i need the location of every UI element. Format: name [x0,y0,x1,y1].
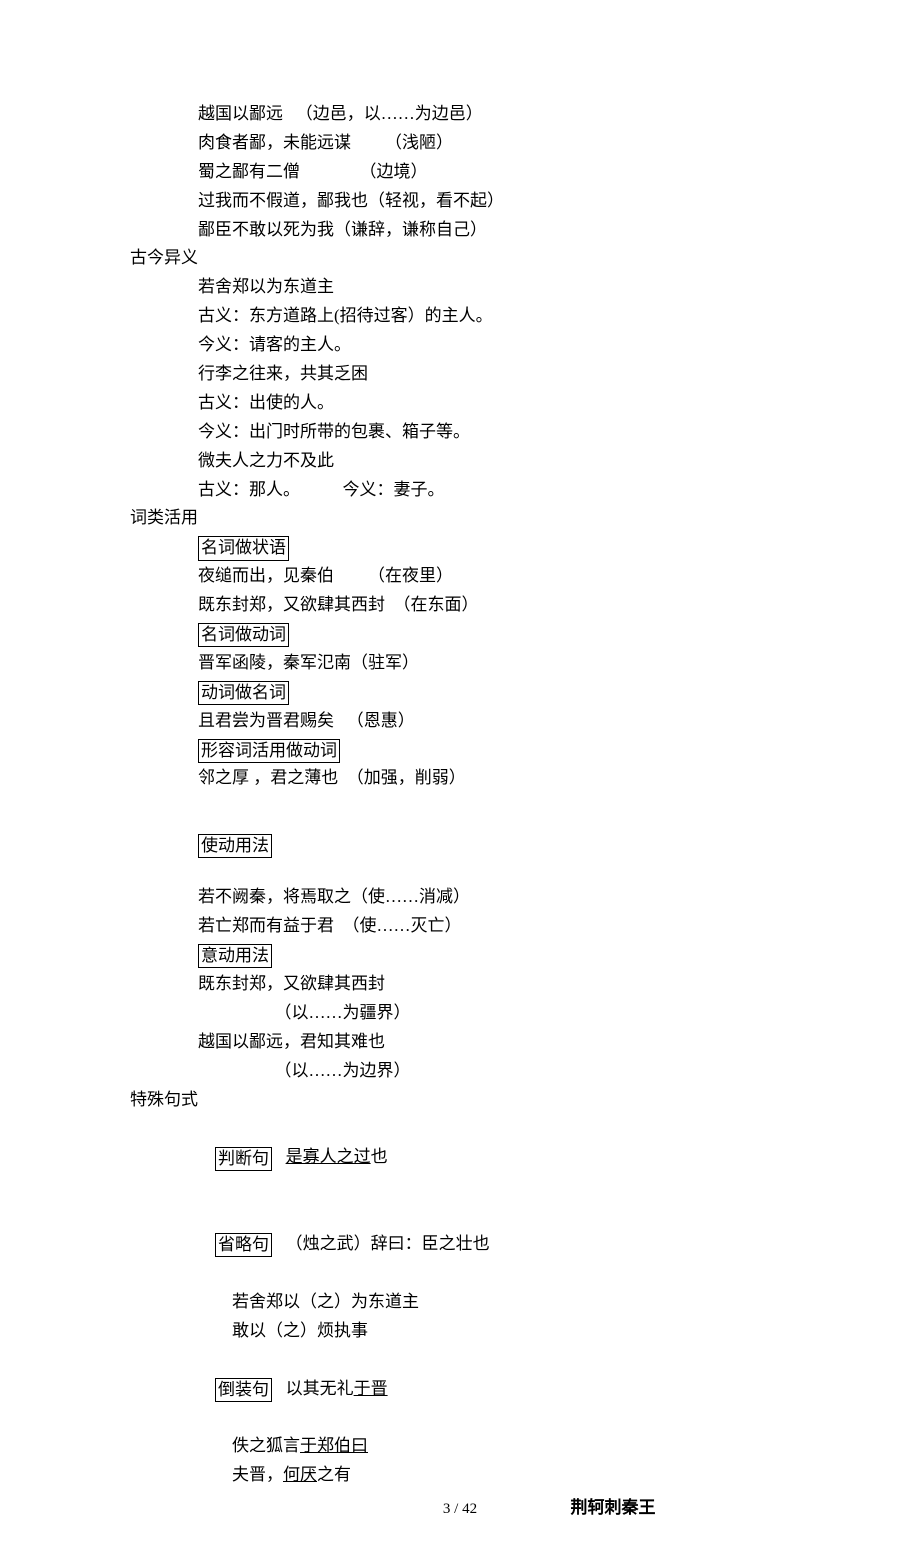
text-line: 夜缒而出，见秦伯 （在夜里） [198,562,790,591]
text-line: 今义：出门时所带的包裹、箱子等。 [198,418,790,447]
text: 以其无礼 [286,1379,354,1398]
category-box: 使动用法 [198,834,272,858]
category-box: 倒装句 [215,1378,272,1402]
text-line: 微夫人之力不及此 [198,447,790,476]
text-underline: 是寡人之过 [286,1147,371,1166]
text-line: 蜀之鄙有二僧 （边境） [198,158,790,187]
text-line: 佚之狐言于郑伯曰 [198,1432,790,1461]
category-box: 意动用法 [198,944,272,968]
category-box: 形容词活用做动词 [198,739,340,763]
text-line: 若不阙秦，将焉取之（使……消减） [198,883,790,912]
text-line: 既东封郑，又欲肆其西封 （在东面） [198,591,790,620]
text-line: 古义：出使的人。 [198,389,790,418]
category-box: 省略句 [215,1233,272,1257]
text-line: （以……为疆界） [198,999,790,1028]
text-line: 敢以（之）烦执事 [198,1317,790,1346]
text-underline: 于晋 [354,1379,388,1398]
category-box: 判断句 [215,1147,272,1171]
heading: 古今异义 [130,244,790,273]
category-box: 动词做名词 [198,681,289,705]
heading: 特殊句式 [130,1086,790,1115]
text-line: 邻之厚 ，君之薄也 （加强，削弱） [198,764,790,793]
category-box: 名词做状语 [198,536,289,560]
text-line: 今义：请客的主人。 [198,331,790,360]
text-line: 行李之往来，共其乏困 [198,360,790,389]
text-line: 越国以鄙远 （边邑，以……为边邑） [198,100,790,129]
text-line: 古义：那人。 今义：妻子。 [198,476,790,505]
text-line: 过我而不假道，鄙我也（轻视，看不起） [198,187,790,216]
text: （烛之武）辞曰：臣之壮也 [286,1234,490,1253]
text-line: 若亡郑而有益于君 （使……灭亡） [198,912,790,941]
text-line: （以……为边界） [198,1057,790,1086]
text-line: 夫晋，何厌之有 [198,1461,790,1490]
text: 也 [371,1147,388,1166]
text-line: 越国以鄙远，君知其难也 [198,1028,790,1057]
text-line: 若舍郑以（之）为东道主 [198,1288,790,1317]
text-line: 若舍郑以为东道主 [198,273,790,302]
category-box: 名词做动词 [198,623,289,647]
text-line: 且君尝为晋君赐矣 （恩惠） [198,707,790,736]
text-line: 既东封郑，又欲肆其西封 [198,970,790,999]
text-line: 古义：东方道路上(招待过客）的主人。 [198,302,790,331]
page-number: 3 / 42 [130,1497,790,1523]
text-line: 鄙臣不敢以死为我（谦辞，谦称自己） [198,216,790,245]
text-line: 晋军函陵，秦军氾南（驻军） [198,649,790,678]
heading: 词类活用 [130,504,790,533]
text-line: 肉食者鄙，未能远谋 （浅陋） [198,129,790,158]
